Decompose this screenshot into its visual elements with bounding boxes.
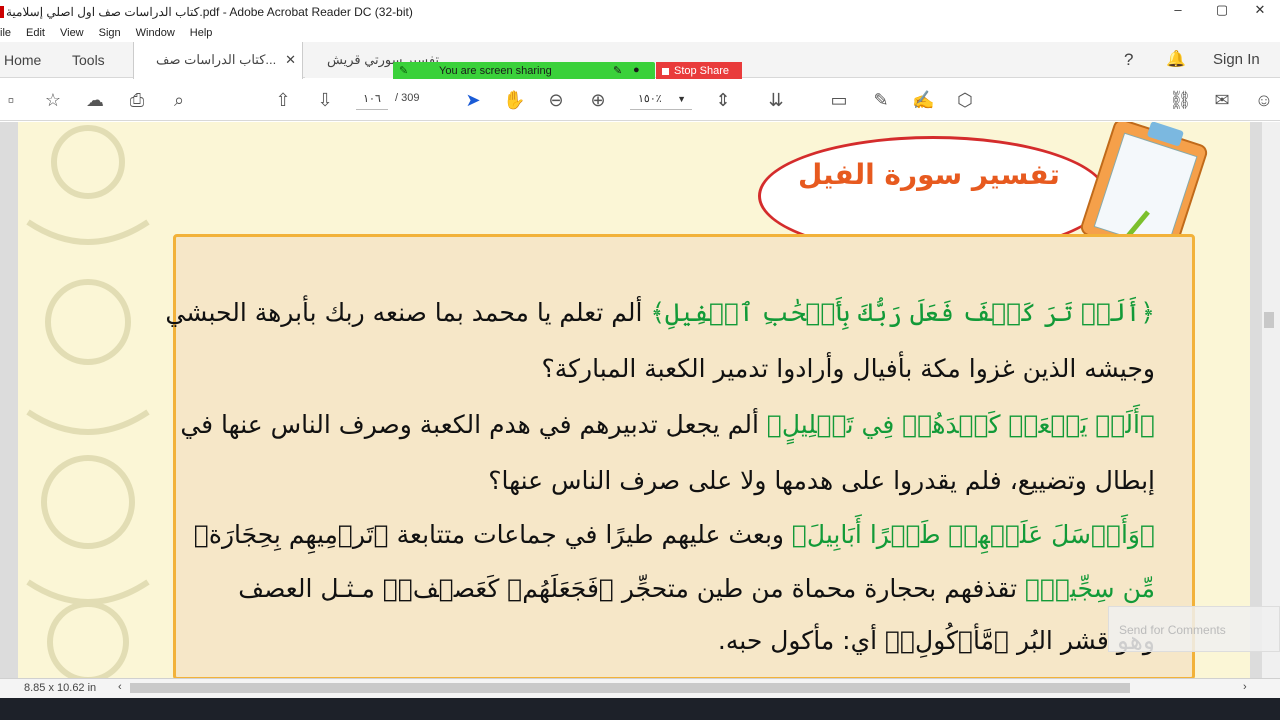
- menu-edit[interactable]: Edit: [26, 27, 45, 39]
- horizontal-scrollbar[interactable]: [130, 683, 1130, 693]
- save-icon[interactable]: ▫: [0, 89, 22, 111]
- tafsir-text-6: تقذفهم بحجارة محماة من طين متحجِّر ﴿فَجَ…: [238, 574, 1025, 603]
- menu-bar: ile Edit View Sign Window Help: [0, 24, 1280, 42]
- page-total: / 309: [395, 92, 420, 104]
- zoom-out-icon[interactable]: ⊖: [545, 89, 567, 111]
- menu-window[interactable]: Window: [136, 27, 175, 39]
- tafsir-text-4: إبطال وتضييع، فلم يقدروا على هدمها ولا ع…: [488, 466, 1155, 495]
- page-number-input[interactable]: ١٠٦: [356, 88, 388, 110]
- zoom-level-select[interactable]: ١٥٠٪ ▼: [630, 88, 692, 110]
- menu-help[interactable]: Help: [190, 27, 213, 39]
- chevron-down-icon: ▼: [677, 94, 686, 104]
- menu-sign[interactable]: Sign: [99, 27, 121, 39]
- highlight-pen-icon[interactable]: ✎: [870, 89, 892, 111]
- add-user-icon[interactable]: ☺: [1253, 89, 1275, 111]
- pdf-app-icon: [0, 6, 4, 18]
- send-for-comments-panel[interactable]: Send for Comments: [1108, 606, 1280, 652]
- zoom-in-icon[interactable]: ⊕: [587, 89, 609, 111]
- tafsir-line-6: مِّن سِجِّيلٖ﴾ تقذفهم بحجارة محماة من طي…: [238, 574, 1155, 603]
- next-page-icon[interactable]: ⇩: [314, 89, 336, 111]
- upload-cloud-icon[interactable]: ☁: [84, 89, 106, 111]
- tab-home[interactable]: Home: [4, 42, 41, 78]
- zoom-level-value: ١٥٠٪: [638, 93, 662, 105]
- windows-taskbar: [0, 698, 1280, 720]
- draw-icon[interactable]: ✍: [912, 89, 934, 111]
- sign-in-link[interactable]: Sign In: [1213, 42, 1260, 78]
- menu-view[interactable]: View: [60, 27, 84, 39]
- email-icon[interactable]: ✉: [1211, 89, 1233, 111]
- search-zoom-icon[interactable]: ⌕: [168, 89, 190, 111]
- tafsir-line-4: إبطال وتضييع، فلم يقدروا على هدمها ولا ع…: [488, 466, 1155, 495]
- tafsir-text-7: وهو قشر البُر ﴿مَّأۡكُولِۭ﴾ أي: مأكول حب…: [717, 626, 1155, 655]
- scroll-right-icon[interactable]: ›: [1243, 681, 1247, 693]
- share-link-icon[interactable]: ⛓: [1169, 89, 1192, 111]
- tafsir-line-2: وجيشه الذين غزوا مكة بأفيال وأرادوا تدمي…: [541, 354, 1155, 383]
- hand-tool-icon[interactable]: ✋: [503, 89, 525, 111]
- verse-2: ﴿أَلَمۡ يَجۡعَلۡ كَيۡدَهُمۡ فِي تَضۡلِيل…: [766, 410, 1155, 439]
- window-title: كتاب الدراسات صف اول اصلي إسلامية.pdf - …: [6, 5, 413, 19]
- menu-file[interactable]: ile: [0, 27, 11, 39]
- tafsir-line-5: ﴿وَأَرۡسَلَ عَلَيۡهِمۡ طَيۡرًا أَبَابِيل…: [194, 520, 1155, 549]
- tafsir-text-5: وبعث عليهم طيرًا في جماعات متتابعة ﴿تَرۡ…: [193, 520, 792, 549]
- tab-close-icon[interactable]: ✕: [285, 42, 296, 78]
- page-title: تفسير سورة الفيل: [798, 158, 1060, 191]
- page-size-label: 8.85 x 10.62 in: [24, 682, 97, 694]
- arabesque-ornament: [26, 125, 150, 678]
- close-window-button[interactable]: ✕: [1240, 2, 1280, 22]
- previous-page-icon[interactable]: ⇧: [272, 89, 294, 111]
- scroll-left-icon[interactable]: ‹: [118, 681, 122, 693]
- screen-sharing-message: You are screen sharing: [439, 65, 552, 77]
- vertical-scroll-thumb[interactable]: [1264, 312, 1274, 328]
- tafsir-text-2: وجيشه الذين غزوا مكة بأفيال وأرادوا تدمي…: [541, 354, 1155, 383]
- verse-4: مِّن سِجِّيلٖ﴾: [1024, 574, 1155, 603]
- tab-document-label: كتاب الدراسات صف...: [156, 52, 277, 67]
- minimize-button[interactable]: –: [1158, 2, 1198, 22]
- select-cursor-icon[interactable]: ➤: [462, 89, 484, 111]
- shield-icon: ●: [633, 64, 640, 76]
- tafsir-line-1: ﴿أَلَمۡ تَرَ كَيۡفَ فَعَلَ رَبُّكَ بِأَص…: [165, 298, 1155, 327]
- comment-icon[interactable]: ▭: [828, 89, 850, 111]
- vertical-scrollbar[interactable]: [1262, 122, 1280, 678]
- page-fit-icon[interactable]: ⇕: [712, 89, 734, 111]
- verse-3: ﴿وَأَرۡسَلَ عَلَيۡهِمۡ طَيۡرًا أَبَابِيل…: [791, 520, 1155, 549]
- notifications-bell-icon[interactable]: 🔔: [1166, 42, 1186, 78]
- verse-1: ﴿أَلَمۡ تَرَ كَيۡفَ فَعَلَ رَبُّكَ بِأَص…: [650, 298, 1155, 327]
- tafsir-text-1: ألم تعلم يا محمد بما صنعه ربك بأبرهة الح…: [165, 298, 651, 327]
- document-viewer[interactable]: تفسير سورة الفيل ﴿أَلَمۡ تَرَ كَيۡفَ فَع…: [0, 122, 1280, 678]
- tafsir-line-7: وهو قشر البُر ﴿مَّأۡكُولِۭ﴾ أي: مأكول حب…: [718, 626, 1155, 655]
- maximize-button[interactable]: ▢: [1202, 2, 1242, 22]
- tafsir-text-3: ألم يجعل تدبيرهم في هدم الكعبة وصرف النا…: [180, 410, 767, 439]
- sign-icon[interactable]: ⬡: [954, 89, 976, 111]
- help-icon[interactable]: ?: [1124, 42, 1133, 78]
- print-icon[interactable]: ⎙: [126, 89, 148, 111]
- share-grip-icon: ✎: [399, 65, 409, 77]
- tafsir-line-3: ﴿أَلَمۡ يَجۡعَلۡ كَيۡدَهُمۡ فِي تَضۡلِيل…: [180, 410, 1155, 439]
- microphone-icon[interactable]: ✎: [613, 64, 622, 77]
- tab-document-active[interactable]: كتاب الدراسات صف... ✕: [133, 42, 303, 79]
- tab-tools[interactable]: Tools: [72, 42, 105, 78]
- pdf-page: تفسير سورة الفيل ﴿أَلَمۡ تَرَ كَيۡفَ فَع…: [18, 122, 1250, 678]
- window-titlebar: كتاب الدراسات صف اول اصلي إسلامية.pdf - …: [0, 0, 1280, 24]
- scroll-mode-icon[interactable]: ⇊: [765, 89, 787, 111]
- bookmark-star-icon[interactable]: ☆: [42, 89, 64, 111]
